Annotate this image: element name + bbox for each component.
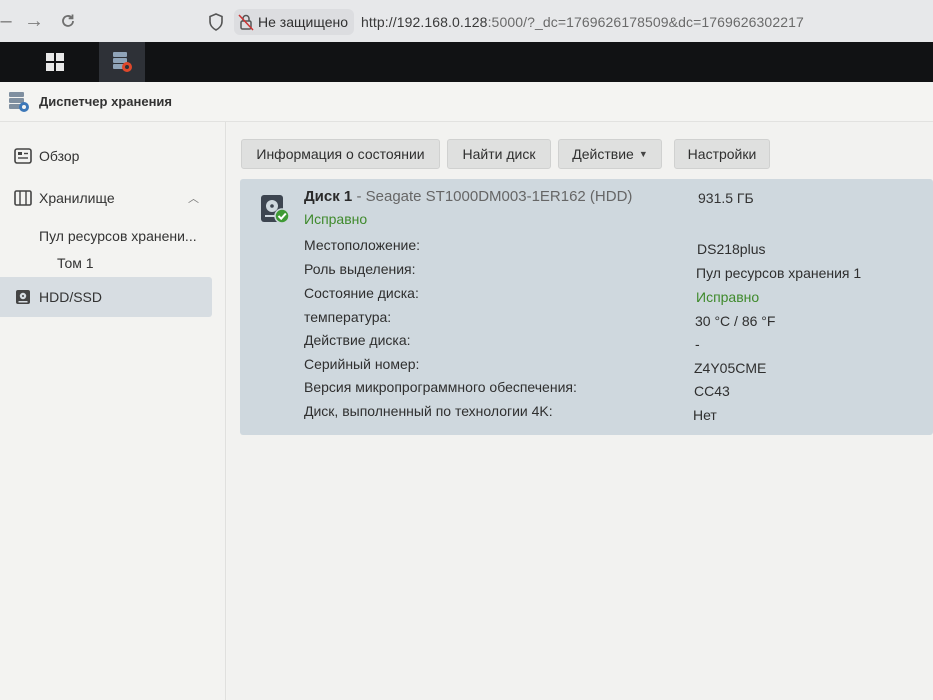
disk-separator: - xyxy=(352,188,366,205)
storage-manager-window: Диспетчер хранения Обзор Хранилище ︿ Пул… xyxy=(0,82,933,700)
window-title: Диспетчер хранения xyxy=(39,94,173,109)
hdd-healthy-icon xyxy=(261,195,290,224)
disk-model: Seagate ST1000DM003-1ER162 (HDD) xyxy=(365,188,633,205)
site-security-indicator[interactable]: Не защищено xyxy=(206,8,354,36)
storage-manager-icon xyxy=(9,92,29,112)
detail-label: Серийный номер: xyxy=(304,356,420,372)
detail-label: Версия микропрограммного обеспечения: xyxy=(304,379,577,395)
locate-disk-button[interactable]: Найти диск xyxy=(447,139,551,169)
detail-label: Диск, выполненный по технологии 4K: xyxy=(304,403,553,419)
detail-value: Пул ресурсов хранения 1 xyxy=(696,265,862,281)
detail-label: Местоположение: xyxy=(304,237,421,253)
disk-title: Диск 1 - Seagate ST1000DM003-1ER162 (HDD… xyxy=(304,188,632,205)
sidebar-item-label: Хранилище xyxy=(39,190,115,206)
insecure-lock-icon xyxy=(238,14,254,31)
main-content: Информация о состоянии Найти диск Действ… xyxy=(227,122,933,700)
detail-value: CC43 xyxy=(694,383,730,399)
forward-icon[interactable]: → xyxy=(22,9,46,33)
settings-button[interactable]: Настройки xyxy=(674,139,770,169)
sidebar-item-label: HDD/SSD xyxy=(39,289,103,305)
disk-name: Диск 1 xyxy=(304,188,353,205)
detail-value: Нет xyxy=(693,407,717,423)
url-host: http://192.168.0.128 xyxy=(361,14,488,30)
shield-icon xyxy=(209,13,223,31)
action-label: Действие xyxy=(572,146,634,162)
disk-list-item[interactable]: Диск 1 - Seagate ST1000DM003-1ER162 (HDD… xyxy=(240,179,933,435)
hdd-icon xyxy=(16,290,30,304)
window-title-bar: Диспетчер хранения xyxy=(0,82,933,122)
sidebar-item-volume[interactable]: Том 1 xyxy=(57,255,94,271)
detail-label: Действие диска: xyxy=(304,332,411,348)
health-info-button[interactable]: Информация о состоянии xyxy=(241,139,440,169)
not-secure-badge[interactable]: Не защищено xyxy=(234,9,354,35)
storage-manager-icon xyxy=(113,52,132,72)
url-rest: :5000/?_dc=1769626178509&dc=176962630221… xyxy=(487,14,804,30)
dsm-taskbar xyxy=(0,42,933,82)
detail-value: Z4Y05CME xyxy=(694,360,767,376)
grid-icon xyxy=(46,53,64,71)
security-label: Не защищено xyxy=(258,14,348,30)
detail-value: Исправно xyxy=(696,289,760,305)
action-dropdown-button[interactable]: Действие ▼ xyxy=(558,139,662,169)
overview-icon xyxy=(14,148,32,164)
back-icon[interactable]: – xyxy=(0,9,18,33)
detail-label: Состояние диска: xyxy=(304,285,419,301)
sidebar-item-storage-pool[interactable]: Пул ресурсов хранени... xyxy=(39,228,197,244)
detail-value: - xyxy=(695,336,700,352)
caret-down-icon: ▼ xyxy=(638,149,648,159)
disk-capacity: 931.5 ГБ xyxy=(698,190,754,206)
detail-label: Роль выделения: xyxy=(304,261,416,277)
sidebar-item-overview[interactable]: Обзор xyxy=(0,136,212,176)
address-bar[interactable]: http://192.168.0.128:5000/?_dc=176962617… xyxy=(361,14,804,30)
sidebar: Обзор Хранилище ︿ Пул ресурсов хранени..… xyxy=(0,122,226,700)
storage-icon xyxy=(14,190,32,206)
chevron-up-icon[interactable]: ︿ xyxy=(188,190,199,206)
reload-icon[interactable] xyxy=(56,9,80,33)
sidebar-item-label: Обзор xyxy=(39,148,80,164)
main-menu-button[interactable] xyxy=(32,42,78,82)
browser-toolbar: – → Не защищено http://192.168.0.128:500… xyxy=(0,0,933,42)
detail-value: 30 °C / 86 °F xyxy=(695,313,776,329)
taskbar-storage-manager[interactable] xyxy=(99,42,145,82)
detail-value: DS218plus xyxy=(697,241,766,257)
disk-health-status: Исправно xyxy=(304,211,368,227)
detail-label: температура: xyxy=(304,309,392,325)
sidebar-item-hdd-ssd[interactable]: HDD/SSD xyxy=(0,277,212,317)
sidebar-item-storage[interactable]: Хранилище ︿ xyxy=(0,178,212,218)
